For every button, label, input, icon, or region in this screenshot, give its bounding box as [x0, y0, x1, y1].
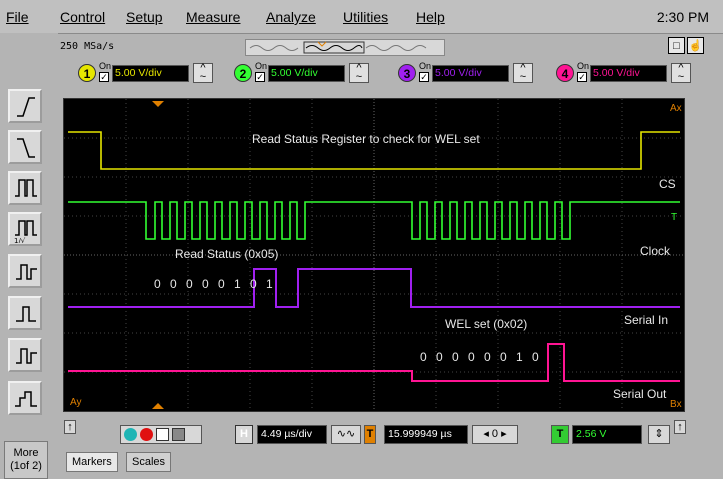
run-icon[interactable]	[124, 428, 137, 441]
bottom-control-bar: ↑ H 4.49 µs/div ∿∿ T 15.999949 µs ◂ 0 ▸ …	[60, 419, 723, 449]
more-button[interactable]: More (1of 2)	[4, 441, 48, 479]
menu-control[interactable]: Control	[60, 9, 105, 25]
wel-set-label: WEL set (0x02)	[445, 317, 528, 331]
cs-label: CS	[659, 177, 676, 191]
bottom-tabs: Markers Scales	[60, 450, 723, 478]
hand-pointer-icon[interactable]: ☝	[687, 37, 704, 54]
rising-edge-icon	[17, 97, 35, 117]
serial-out-label: Serial Out	[613, 387, 667, 401]
channel-3-checkbox[interactable]: ✓	[419, 72, 429, 82]
sample-rate: 250 MSa/s	[60, 41, 115, 52]
ay-marker: Ay	[70, 397, 82, 408]
pulse-width-trigger-button[interactable]	[8, 171, 42, 205]
channel-4-adjust-button[interactable]: ^ ~	[671, 63, 691, 83]
rising-edge-trigger-button[interactable]	[8, 89, 42, 123]
clock: 2:30 PM	[656, 9, 709, 25]
expand-arrow-icon[interactable]: ↑	[674, 420, 686, 434]
timebase-adjust-button[interactable]: ∿∿	[331, 425, 361, 444]
channel-2-badge[interactable]: 2	[234, 64, 252, 82]
up-arrow-icon[interactable]: ↑	[64, 420, 76, 434]
channel-2-adjust-button[interactable]: ^ ~	[349, 63, 369, 83]
channel-1-checkbox[interactable]: ✓	[99, 72, 109, 82]
menu-bar: File Control Setup Measure Analyze Utili…	[0, 0, 723, 34]
overview-waveform-icon	[249, 41, 427, 54]
channel-2-on-label: On	[255, 61, 268, 71]
autoscale-icon[interactable]	[156, 428, 169, 441]
setup-hold-trigger-button[interactable]	[8, 381, 42, 415]
waveform-display[interactable]: Ax Ay Bx T Read Status Register to check…	[63, 98, 685, 412]
stop-icon[interactable]	[140, 428, 153, 441]
bx-marker: Bx	[670, 399, 682, 410]
tab-markers[interactable]: Markers	[66, 452, 118, 472]
menu-utilities[interactable]: Utilities	[343, 9, 388, 25]
channel-1-adjust-button[interactable]: ^ ~	[193, 63, 213, 83]
glitch-trigger-button[interactable]	[8, 296, 42, 330]
trigger-level-field[interactable]: 2.56 V	[572, 425, 642, 444]
pulse-icon	[15, 179, 37, 197]
channel-2-scale[interactable]: 5.00 V/div	[268, 65, 345, 82]
more-page-label: (1of 2)	[10, 460, 42, 472]
menu-analyze[interactable]: Analyze	[266, 9, 316, 25]
falling-edge-trigger-button[interactable]	[8, 130, 42, 164]
pattern-trigger-button[interactable]: 1/√	[8, 212, 42, 246]
corner-buttons: □ ☝	[666, 37, 704, 54]
read-status-label: Read Status (0x05)	[175, 247, 279, 261]
channel-4-checkbox[interactable]: ✓	[577, 72, 587, 82]
menu-file[interactable]: File	[6, 9, 29, 25]
display-mode-icon[interactable]: □	[668, 37, 685, 54]
delay-marker-icon: T	[364, 425, 376, 444]
setup-hold-icon	[15, 391, 37, 407]
channel-4-on-label: On	[577, 61, 590, 71]
menu-measure[interactable]: Measure	[186, 9, 240, 25]
timebase-field[interactable]: 4.49 µs/div	[257, 425, 327, 444]
trigger-toolbar: 1/√ More (1of 2)	[0, 33, 58, 479]
serial-out-bits: 0 0 0 0 0 0 1 0	[420, 350, 539, 364]
channel-3-on-label: On	[419, 61, 432, 71]
waveform-overview[interactable]	[245, 39, 445, 56]
channel-4-badge[interactable]: 4	[556, 64, 574, 82]
ax-marker: Ax	[670, 103, 682, 114]
timeout-icon	[16, 348, 37, 364]
print-icon[interactable]	[172, 428, 185, 441]
timeout-trigger-button[interactable]	[8, 338, 42, 372]
channel-3-adjust-button[interactable]: ^ ~	[513, 63, 533, 83]
channel-2-checkbox[interactable]: ✓	[255, 72, 265, 82]
state-trigger-button[interactable]	[8, 254, 42, 288]
channel-1-scale[interactable]: 5.00 V/div	[112, 65, 189, 82]
pattern-icon: 1/√	[14, 220, 37, 243]
bottom-position-marker	[152, 403, 164, 409]
trigger-level-marker: T	[671, 212, 677, 223]
trigger-level-adjust-button[interactable]: ⇕	[648, 425, 670, 444]
run-control-buttons	[120, 425, 202, 444]
channel-1-badge[interactable]: 1	[78, 64, 96, 82]
channel-3-scale[interactable]: 5.00 V/div	[432, 65, 509, 82]
trigger-position-marker	[152, 101, 164, 107]
tab-scales[interactable]: Scales	[126, 452, 172, 472]
horizontal-button[interactable]: H	[235, 425, 253, 444]
menu-help[interactable]: Help	[416, 9, 445, 25]
clock-label: Clock	[640, 244, 671, 258]
channel-3-badge[interactable]: 3	[398, 64, 416, 82]
falling-edge-icon	[17, 138, 35, 158]
delay-nav-buttons[interactable]: ◂ 0 ▸	[472, 425, 518, 444]
more-label: More	[13, 447, 39, 459]
screen-annotation: Read Status Register to check for WEL se…	[252, 132, 480, 146]
svg-text:1/√: 1/√	[14, 237, 26, 243]
glitch-icon	[16, 306, 36, 322]
delay-field[interactable]: 15.999949 µs	[384, 425, 468, 444]
state-icon	[16, 264, 37, 280]
channel-1-on-label: On	[99, 61, 112, 71]
serial-in-bits: 0 0 0 0 0 1 0 1	[154, 277, 273, 291]
serial-in-label: Serial In	[624, 313, 669, 327]
trigger-button[interactable]: T	[551, 425, 569, 444]
menu-setup[interactable]: Setup	[126, 9, 163, 25]
channel-4-scale[interactable]: 5.00 V/div	[590, 65, 667, 82]
